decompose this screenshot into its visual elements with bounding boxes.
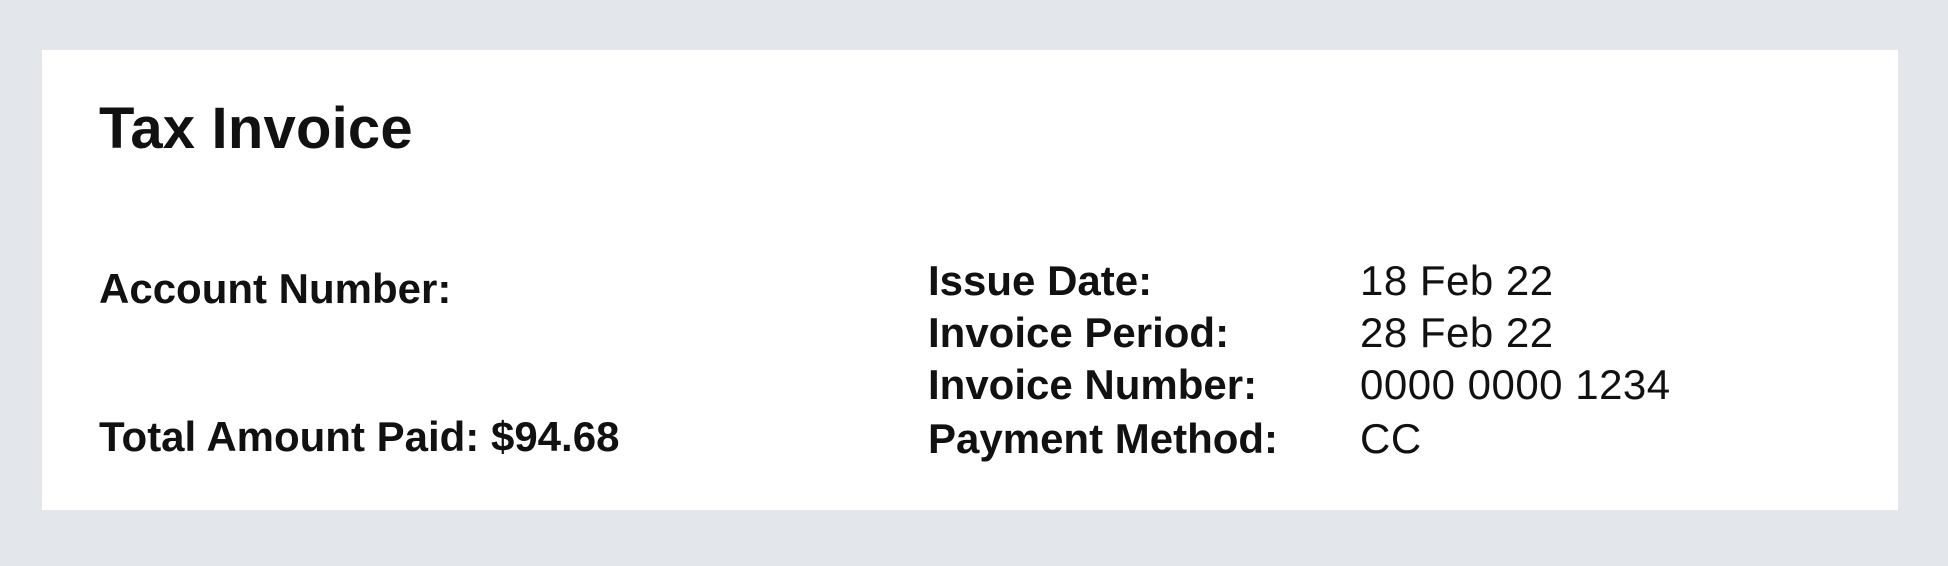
issue-date-row: Issue Date: 18 Feb 22 [928, 255, 1671, 307]
invoice-details: Issue Date: 18 Feb 22 Invoice Period: 28… [928, 255, 1671, 467]
invoice-number-row: Invoice Number: 0000 0000 1234 [928, 359, 1671, 411]
issue-date-label: Issue Date: [928, 257, 1153, 304]
invoice-number-label: Invoice Number: [928, 361, 1258, 408]
payment-method-value: CC [1360, 415, 1422, 462]
invoice-number-value: 0000 0000 1234 [1360, 361, 1671, 408]
invoice-period-row: Invoice Period: 28 Feb 22 [928, 307, 1671, 359]
payment-method-row: Payment Method: CC [928, 413, 1671, 467]
invoice-period-value: 28 Feb 22 [1360, 309, 1554, 356]
invoice-card: Tax Invoice Account Number: Total Amount… [42, 50, 1898, 510]
issue-date-value: 18 Feb 22 [1360, 257, 1554, 304]
account-number-label: Account Number: [99, 265, 452, 312]
invoice-title: Tax Invoice [99, 96, 413, 161]
payment-method-label: Payment Method: [928, 415, 1279, 462]
invoice-period-label: Invoice Period: [928, 309, 1230, 356]
total-amount-paid: Total Amount Paid: $94.68 [99, 413, 620, 460]
